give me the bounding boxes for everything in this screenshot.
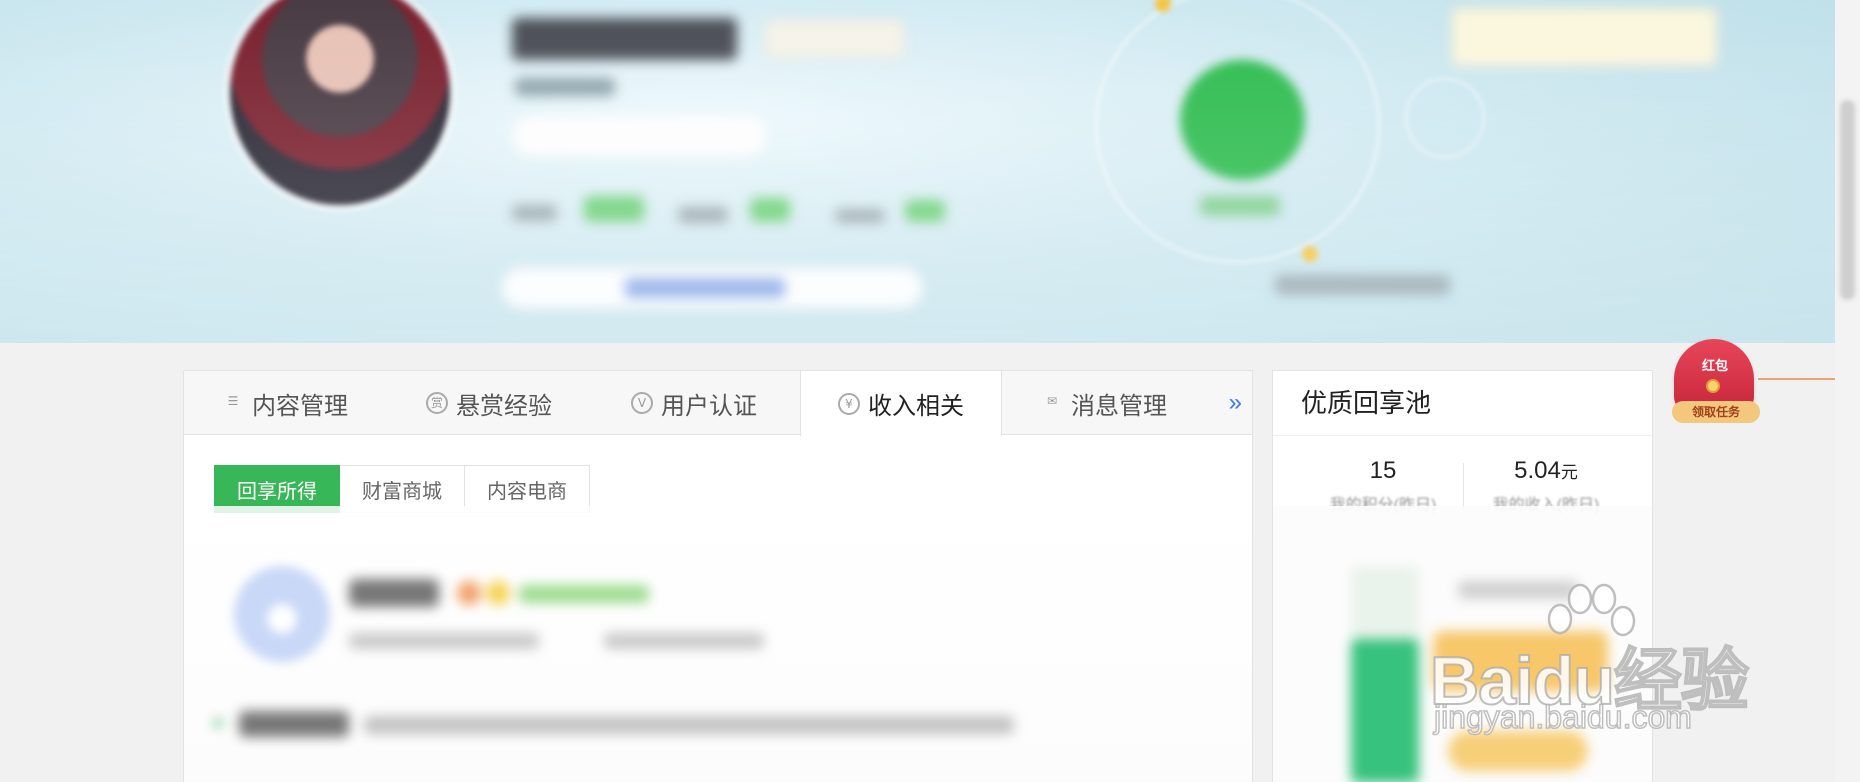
tab-user-verification[interactable]: V 用户认证 [592,371,796,435]
stat-value: 15 [1369,457,1397,484]
red-packet-widget[interactable]: 红包 领取任务 [1672,335,1760,425]
stat-value: 5.04元 [1514,457,1578,484]
tab-income[interactable]: ¥ 收入相关 [800,371,1002,436]
tab-message-management[interactable]: ✉ 消息管理 [1002,371,1206,435]
tab-reward-experience[interactable]: 赏 悬赏经验 [386,371,592,435]
claim-task-button[interactable]: 领取任务 [1672,401,1760,423]
tab-label: 收入相关 [868,393,964,420]
yen-icon: ¥ [838,392,860,415]
content-avatar [234,566,330,662]
coin-icon [1706,379,1720,393]
card-title: 优质回享池 [1301,388,1432,418]
reward-icon: 赏 [426,392,448,414]
tab-bar: ☰ 内容管理 赏 悬赏经验 V 用户认证 ¥ 收入相关 ✉ 消息管理 » [184,371,1252,436]
list-icon: ☰ [227,394,239,408]
share-pool-card: 优质回享池 15 我的积分(昨日) 5.04元 我的收入(昨日) [1272,370,1653,782]
mail-icon: ✉ [1046,394,1058,408]
tab-content-management[interactable]: ☰ 内容管理 [184,371,386,435]
more-tabs-chevron-icon[interactable]: » [1229,371,1242,435]
income-panel: ☰ 内容管理 赏 悬赏经验 V 用户认证 ¥ 收入相关 ✉ 消息管理 » 回享所… [183,370,1253,782]
verify-icon: V [631,392,653,414]
scrollbar-thumb[interactable] [1840,100,1855,300]
tab-label: 消息管理 [1071,392,1167,420]
tab-label: 内容管理 [252,392,348,420]
divider [1273,435,1652,436]
red-packet-label: 红包 [1701,358,1728,373]
tab-label: 用户认证 [661,392,757,420]
tab-label: 悬赏经验 [456,392,552,420]
page-scrollbar[interactable] [1835,0,1860,782]
profile-banner [0,0,1860,343]
